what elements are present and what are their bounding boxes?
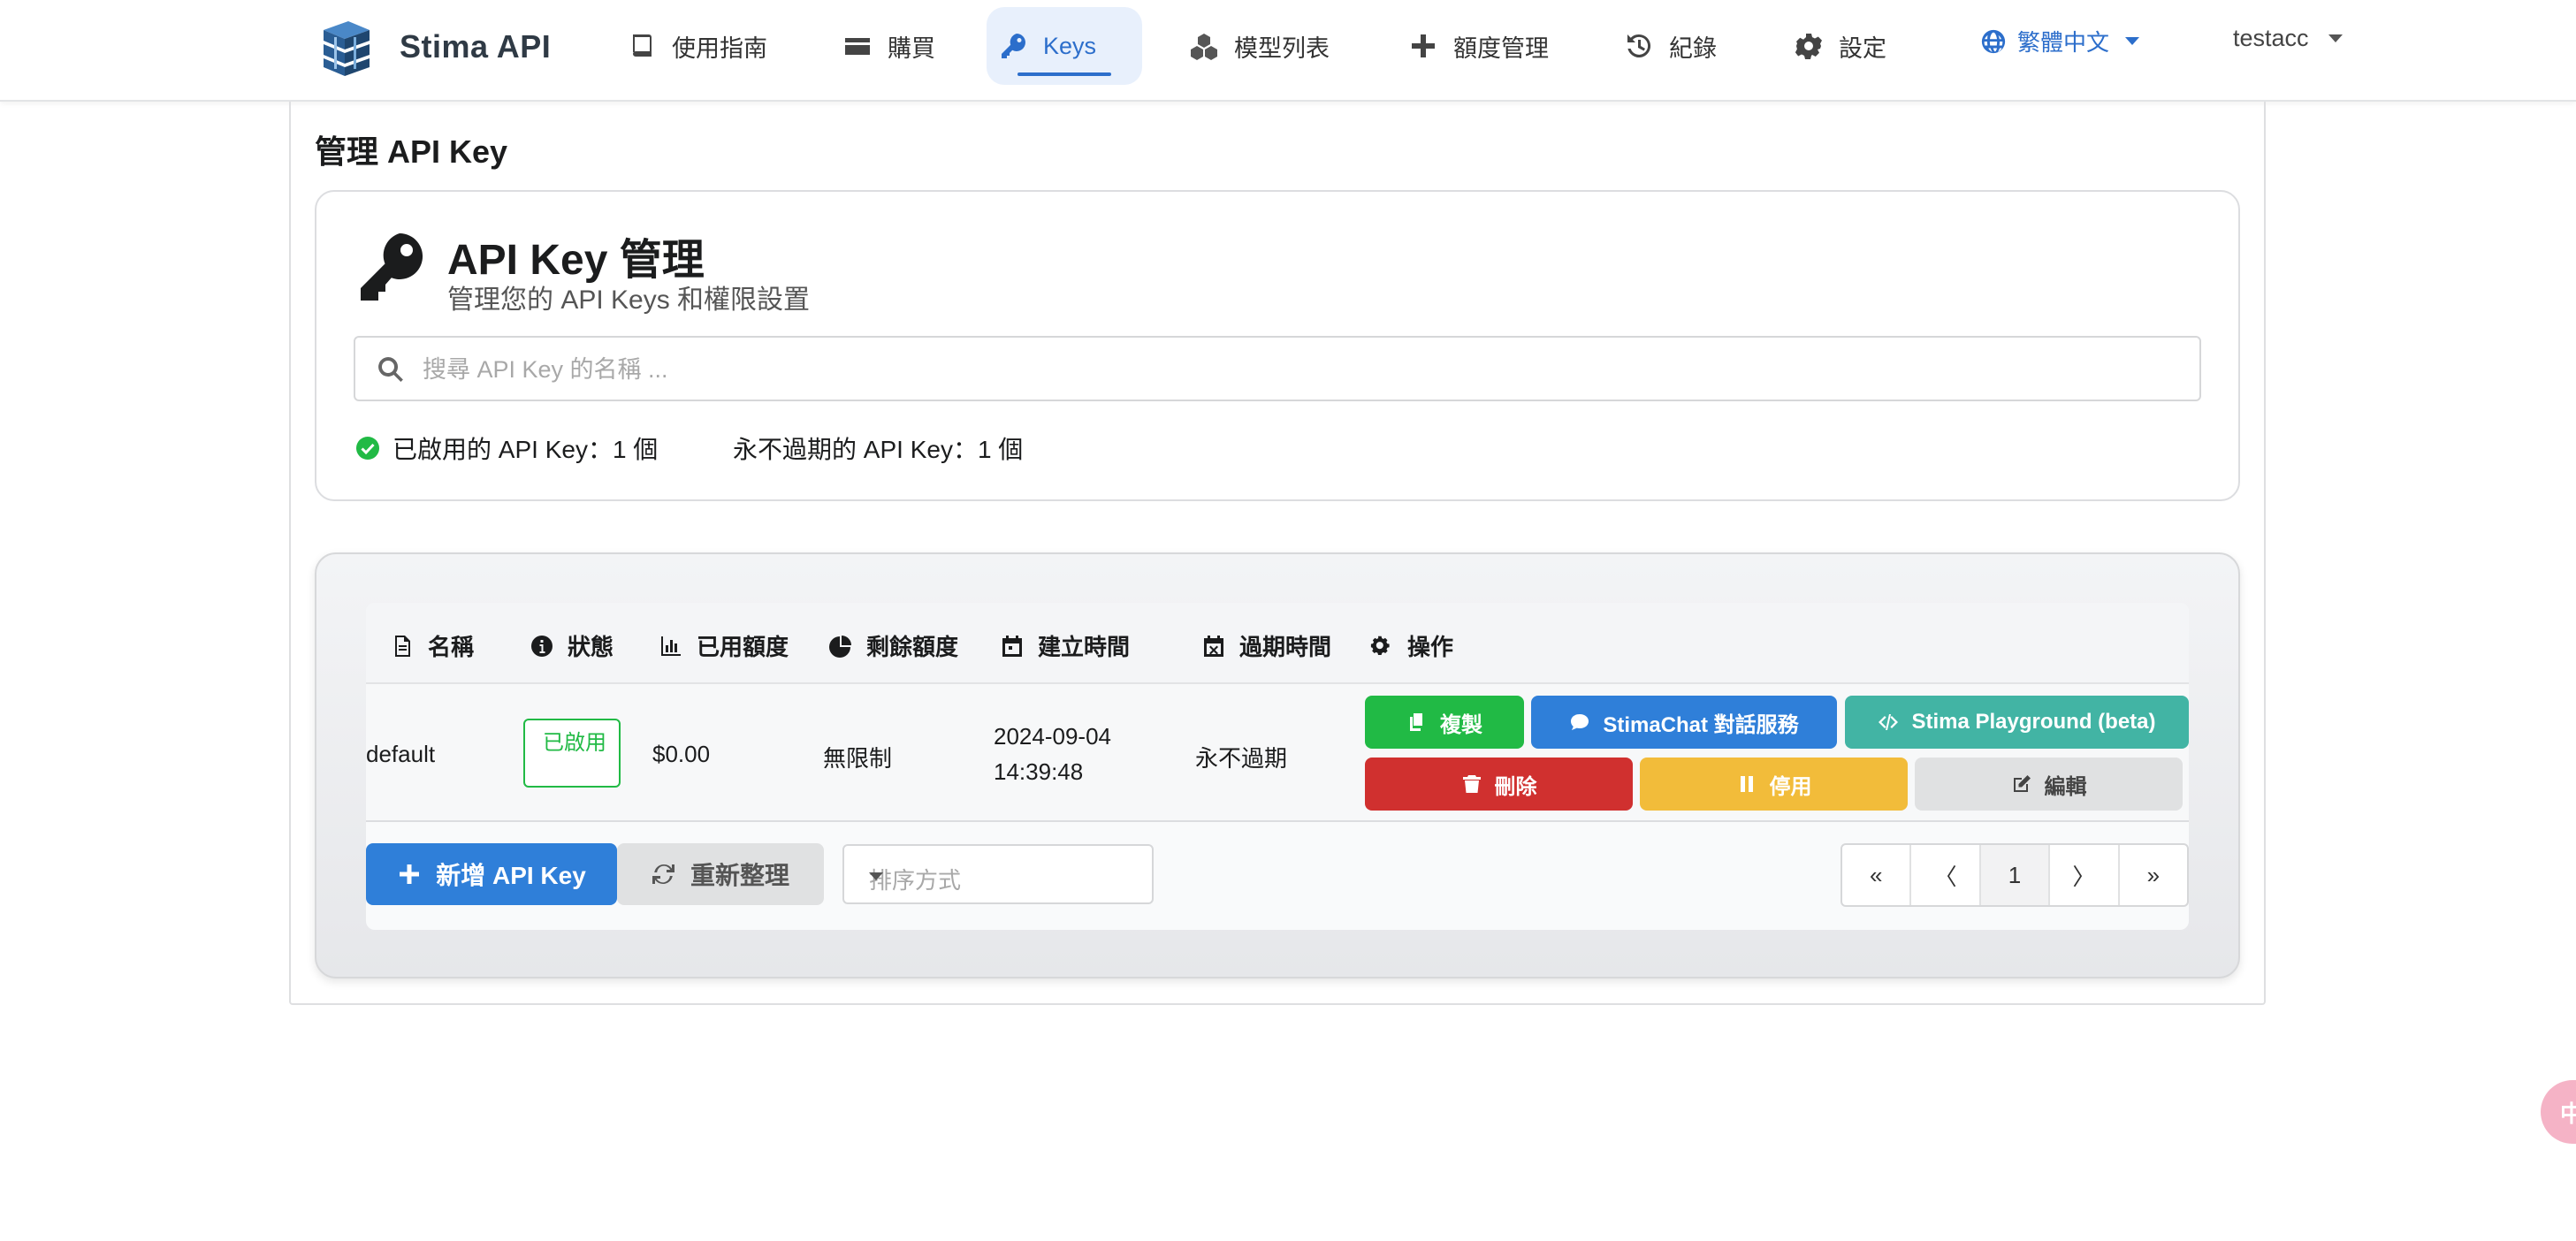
nav-guide-label: 使用指南	[672, 34, 767, 62]
nav-settings[interactable]: 設定	[1782, 7, 1899, 85]
calendar-icon	[1002, 635, 1022, 657]
brand-name: Stima API	[400, 28, 552, 65]
copy-button[interactable]: 複製	[1365, 696, 1524, 749]
nav-models-label: 模型列表	[1234, 34, 1330, 62]
page-title: 管理 API Key	[315, 133, 508, 170]
cell-used: $0.00	[652, 741, 711, 767]
playground-button[interactable]: Stima Playground (beta)	[1845, 696, 2189, 749]
info-circle-icon	[531, 635, 553, 657]
stat-enabled-text: 已啟用的 API Key：1 個	[392, 436, 659, 463]
sort-dropdown[interactable]: 排序方式	[842, 844, 1154, 904]
nav-guide[interactable]: 使用指南	[615, 7, 780, 85]
history-icon	[1627, 34, 1651, 57]
nav-purchase-label: 購買	[888, 34, 935, 62]
nav-quota[interactable]: 額度管理	[1397, 7, 1561, 85]
column-header-created[interactable]: 建立時間	[1001, 629, 1130, 662]
comment-icon	[1571, 714, 1589, 730]
column-header-name[interactable]: 名稱	[391, 629, 474, 662]
pagination: « 〈 1 〉 »	[1841, 843, 2189, 907]
book-icon	[633, 34, 652, 57]
nav-records-label: 紀錄	[1669, 34, 1717, 62]
column-header-expires[interactable]: 過期時間	[1202, 629, 1331, 662]
chevron-down-icon	[869, 872, 883, 880]
page-last-button[interactable]: »	[2120, 845, 2187, 905]
stat-enabled: 已啟用的 API Key：1 個	[355, 430, 658, 466]
floating-chinese-button[interactable]: 中	[2541, 1080, 2576, 1144]
page-first-button[interactable]: «	[1842, 845, 1912, 905]
column-header-status[interactable]: 狀態	[530, 629, 614, 662]
page-next-button[interactable]: 〉	[2050, 845, 2120, 905]
cell-created-time: 14:39:48	[994, 758, 1084, 785]
cell-remaining: 無限制	[823, 745, 893, 772]
search-input[interactable]	[423, 346, 2173, 392]
key-icon	[361, 232, 423, 301]
refresh-icon	[652, 864, 674, 885]
gear-icon	[1795, 34, 1822, 59]
active-tab-underline	[1017, 72, 1111, 76]
trash-icon	[1462, 775, 1481, 793]
check-circle-icon	[356, 437, 379, 460]
nav-settings-label: 設定	[1839, 34, 1886, 62]
nav-records[interactable]: 紀錄	[1612, 7, 1729, 85]
column-header-actions: 操作	[1370, 629, 1453, 662]
file-icon	[395, 635, 410, 657]
brand[interactable]: Stima API	[318, 18, 551, 76]
language-label: 繁體中文	[2017, 29, 2110, 56]
chevron-down-icon	[2125, 37, 2140, 45]
bar-chart-icon	[661, 636, 681, 656]
nav-keys-label: Keys	[1043, 32, 1097, 59]
nav-quota-label: 額度管理	[1453, 34, 1549, 62]
add-api-key-button[interactable]: 新增 API Key	[366, 843, 617, 905]
globe-icon	[1981, 29, 2006, 53]
user-menu[interactable]: testacc	[2233, 25, 2343, 52]
disable-button[interactable]: 停用	[1640, 758, 1908, 811]
nav-keys[interactable]: Keys	[987, 7, 1142, 85]
nav-purchase[interactable]: 購買	[831, 7, 948, 85]
gears-icon	[1370, 636, 1390, 655]
logo-icon	[324, 21, 370, 76]
cell-created-date: 2024-09-04	[994, 723, 1111, 750]
search-box[interactable]	[354, 336, 2201, 401]
header-subtitle: 管理您的 API Keys 和權限設置	[447, 286, 811, 315]
search-icon	[378, 356, 403, 382]
cell-name: default	[366, 741, 436, 767]
code-icon	[1879, 714, 1899, 730]
page-prev-button[interactable]: 〈	[1911, 845, 1981, 905]
edit-button[interactable]: 編輯	[1915, 758, 2183, 811]
pie-chart-icon	[829, 635, 851, 658]
edit-icon	[2013, 775, 2031, 792]
username: testacc	[2233, 25, 2309, 51]
plus-icon	[400, 864, 420, 884]
key-icon	[1002, 34, 1025, 58]
nav-models[interactable]: 模型列表	[1177, 7, 1342, 85]
language-dropdown[interactable]: 繁體中文	[1980, 25, 2140, 57]
stimachat-button[interactable]: StimaChat 對話服務	[1531, 696, 1837, 749]
page-current-button[interactable]: 1	[1980, 845, 2051, 905]
plus-icon	[1412, 34, 1435, 57]
calendar-x-icon	[1204, 635, 1223, 657]
delete-button[interactable]: 刪除	[1365, 758, 1633, 811]
column-header-used[interactable]: 已用額度	[659, 629, 789, 662]
top-navbar: Stima API 使用指南 購買 Keys 模型列表 額度管理 紀錄 設定 繁…	[0, 0, 2576, 102]
column-header-remaining[interactable]: 剩餘額度	[829, 629, 958, 662]
credit-card-icon	[845, 38, 870, 55]
cubes-icon	[1191, 34, 1217, 60]
cell-expires: 永不過期	[1195, 745, 1288, 772]
status-badge: 已啟用	[523, 719, 621, 788]
chevron-down-icon	[2328, 34, 2343, 42]
stat-never-expire-text: 永不過期的 API Key：1 個	[733, 436, 1024, 463]
copy-icon	[1410, 713, 1422, 731]
pause-icon	[1740, 776, 1753, 792]
refresh-button[interactable]: 重新整理	[617, 843, 824, 905]
